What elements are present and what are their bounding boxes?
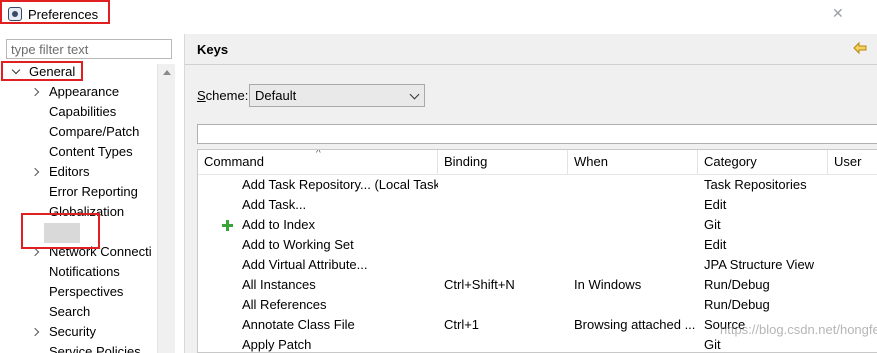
cell-command: Add Task... <box>242 197 307 212</box>
chevron-right-icon[interactable] <box>30 167 40 177</box>
table-row[interactable]: Add Task... Edit <box>198 195 877 215</box>
tree-item-search[interactable]: Search <box>0 302 156 322</box>
command-search-input[interactable] <box>197 124 877 144</box>
tree-item-label: Editors <box>49 164 90 179</box>
tree-item-label: Content Types <box>49 144 133 159</box>
tree-item-content-types[interactable]: Content Types <box>0 142 156 162</box>
cell-binding <box>444 295 564 315</box>
column-header-when[interactable]: When <box>568 150 698 174</box>
column-header-category[interactable]: Category <box>698 150 828 174</box>
cell-binding: Ctrl+Shift+N <box>444 277 515 292</box>
cell-command: All References <box>242 297 327 312</box>
tree-item-label: Appearance <box>49 84 120 99</box>
tree-item-capabilities[interactable]: Capabilities <box>0 102 156 122</box>
scheme-mnemonic: S <box>197 88 206 103</box>
table-row[interactable]: All References Run/Debug <box>198 295 877 315</box>
title-bar: Preferences ✕ <box>0 0 877 30</box>
cell-when <box>574 295 696 315</box>
cell-command: Add Task Repository... (Local Task <box>242 177 438 192</box>
cell-when: In Windows <box>574 277 642 292</box>
tree-item-label: Perspectives <box>49 284 124 299</box>
column-header-label: Command <box>204 154 264 169</box>
cell-category: Git <box>704 217 721 232</box>
cell-when <box>574 235 696 255</box>
column-header-user[interactable]: User <box>828 150 877 174</box>
cell-category: Run/Debug <box>704 297 770 312</box>
cell-when: Browsing attached ... <box>574 317 696 332</box>
chevron-right-icon[interactable] <box>30 87 40 97</box>
annotation-highlight-general <box>1 61 83 81</box>
preferences-navigation: type filter text General Appearance Capab… <box>0 34 178 353</box>
tree-scrollbar[interactable] <box>157 64 175 353</box>
tree-item-editors[interactable]: Editors <box>0 162 156 182</box>
annotation-highlight-keys <box>21 213 100 249</box>
cell-category: Edit <box>704 197 727 212</box>
cell-when <box>574 215 696 235</box>
sort-ascending-icon: ^ <box>316 149 321 159</box>
tree-item-service-policies[interactable]: Service Policies <box>0 342 156 353</box>
chevron-right-icon[interactable] <box>30 247 40 257</box>
cell-category: Git <box>704 337 721 352</box>
preferences-tree: General Appearance Capabilities Compare/Pa… <box>0 62 156 353</box>
tree-item-label: Error Reporting <box>49 184 138 199</box>
column-header-command[interactable]: Command ^ <box>198 150 438 174</box>
cell-binding <box>444 215 564 235</box>
cell-command: Add to Working Set <box>242 237 354 252</box>
chevron-right-icon[interactable] <box>30 327 40 337</box>
cell-category: Run/Debug <box>704 277 770 292</box>
cell-when <box>574 335 696 352</box>
chevron-down-icon[interactable] <box>409 89 420 100</box>
cell-binding: Ctrl+1 <box>444 317 480 332</box>
cell-category: Task Repositories <box>704 177 807 192</box>
close-icon[interactable]: ✕ <box>832 5 844 22</box>
cell-category: Edit <box>704 237 727 252</box>
cell-command: Annotate Class File <box>242 317 355 332</box>
watermark: https://blog.csdn.net/hongfenglx <box>720 322 877 337</box>
cell-binding <box>444 255 564 275</box>
scheme-select[interactable]: Default <box>249 84 425 107</box>
cell-binding <box>444 175 564 195</box>
table-row[interactable]: Add to Index Git <box>198 215 877 235</box>
cell-when <box>574 175 696 195</box>
scheme-label-text: cheme: <box>205 88 249 103</box>
cell-binding <box>444 235 564 255</box>
cell-binding <box>444 335 564 352</box>
table-row[interactable]: Add to Working Set Edit <box>198 235 877 255</box>
table-row[interactable]: All Instances Ctrl+Shift+N In Windows Run/D… <box>198 275 877 295</box>
tree-item-label: Service Policies <box>49 344 141 353</box>
tree-item-label: Compare/Patch <box>49 124 140 139</box>
cell-command: Add Virtual Attribute... <box>242 257 368 272</box>
filter-input[interactable]: type filter text <box>6 39 172 59</box>
cell-when <box>574 255 696 275</box>
tree-item-compare-patch[interactable]: Compare/Patch <box>0 122 156 142</box>
plus-icon <box>222 220 233 231</box>
tree-item-label: Notifications <box>49 264 120 279</box>
cell-category: JPA Structure View <box>704 257 815 272</box>
tree-item-error-reporting[interactable]: Error Reporting <box>0 182 156 202</box>
cell-when <box>574 195 696 215</box>
tree-item-notifications[interactable]: Notifications <box>0 262 156 282</box>
tree-item-appearance[interactable]: Appearance <box>0 82 156 102</box>
table-row[interactable]: Apply Patch Git <box>198 335 877 352</box>
page-title: Keys <box>197 42 229 57</box>
cell-command: Apply Patch <box>242 337 312 352</box>
column-header-binding[interactable]: Binding <box>438 150 568 174</box>
cell-command: All Instances <box>242 277 316 292</box>
title-separator <box>185 64 877 65</box>
back-arrow-icon[interactable] <box>853 41 867 55</box>
scheme-value: Default <box>255 88 297 103</box>
preference-page: Keys Scheme: Default Command ^ Binding W… <box>184 34 877 353</box>
tree-item-label: Search <box>49 304 91 319</box>
tree-item-security[interactable]: Security <box>0 322 156 342</box>
table-row[interactable]: Add Virtual Attribute... JPA Structure Vi… <box>198 255 877 275</box>
annotation-highlight-title <box>0 0 110 24</box>
scheme-label: Scheme: <box>197 88 248 103</box>
tree-item-label: Security <box>49 324 96 339</box>
tree-item-label: Capabilities <box>49 104 117 119</box>
table-row[interactable]: Add Task Repository... (Local Task Task R… <box>198 175 877 195</box>
scroll-up-icon[interactable] <box>163 70 171 75</box>
cell-command: Add to Index <box>242 217 315 232</box>
cell-binding <box>444 195 564 215</box>
tree-item-perspectives[interactable]: Perspectives <box>0 282 156 302</box>
